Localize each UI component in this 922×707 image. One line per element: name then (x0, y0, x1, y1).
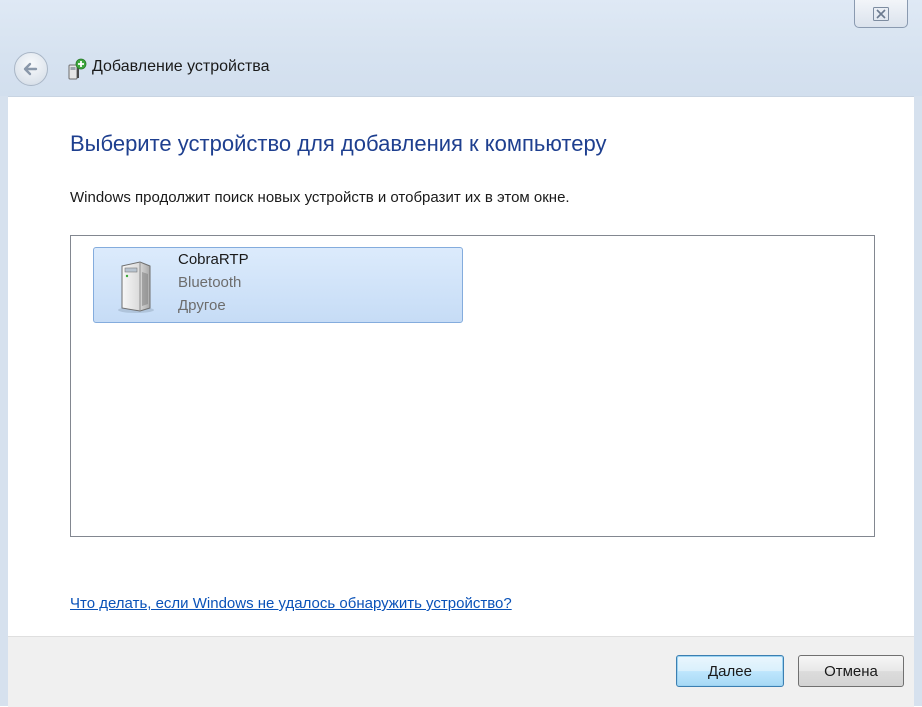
device-item-cobrartp[interactable]: CobraRTP Bluetooth Другое (93, 247, 463, 323)
device-tower-icon (118, 261, 154, 313)
page-description: Windows продолжит поиск новых устройств … (70, 189, 570, 206)
add-device-window: Добавление устройства Выберите устройств… (0, 0, 922, 707)
page-heading: Выберите устройство для добавления к ком… (70, 131, 607, 156)
window-border-right (914, 96, 922, 706)
window-border-left (0, 96, 8, 706)
cancel-button[interactable]: Отмена (798, 655, 904, 687)
content-area: Выберите устройство для добавления к ком… (8, 96, 914, 637)
back-button[interactable] (14, 52, 48, 86)
device-category: Другое (178, 297, 226, 314)
add-device-icon (68, 58, 87, 80)
next-button[interactable]: Далее (676, 655, 784, 687)
help-link[interactable]: Что делать, если Windows не удалось обна… (70, 595, 512, 612)
button-bar: Далее Отмена (8, 636, 914, 707)
close-icon (873, 6, 889, 21)
device-name: CobraRTP (178, 251, 249, 268)
window-title: Добавление устройства (92, 58, 270, 75)
device-connection-type: Bluetooth (178, 274, 242, 291)
back-arrow-icon (23, 62, 38, 76)
close-button[interactable] (854, 0, 908, 28)
title-bar: Добавление устройства (0, 0, 922, 96)
device-list[interactable]: CobraRTP Bluetooth Другое (70, 235, 875, 537)
